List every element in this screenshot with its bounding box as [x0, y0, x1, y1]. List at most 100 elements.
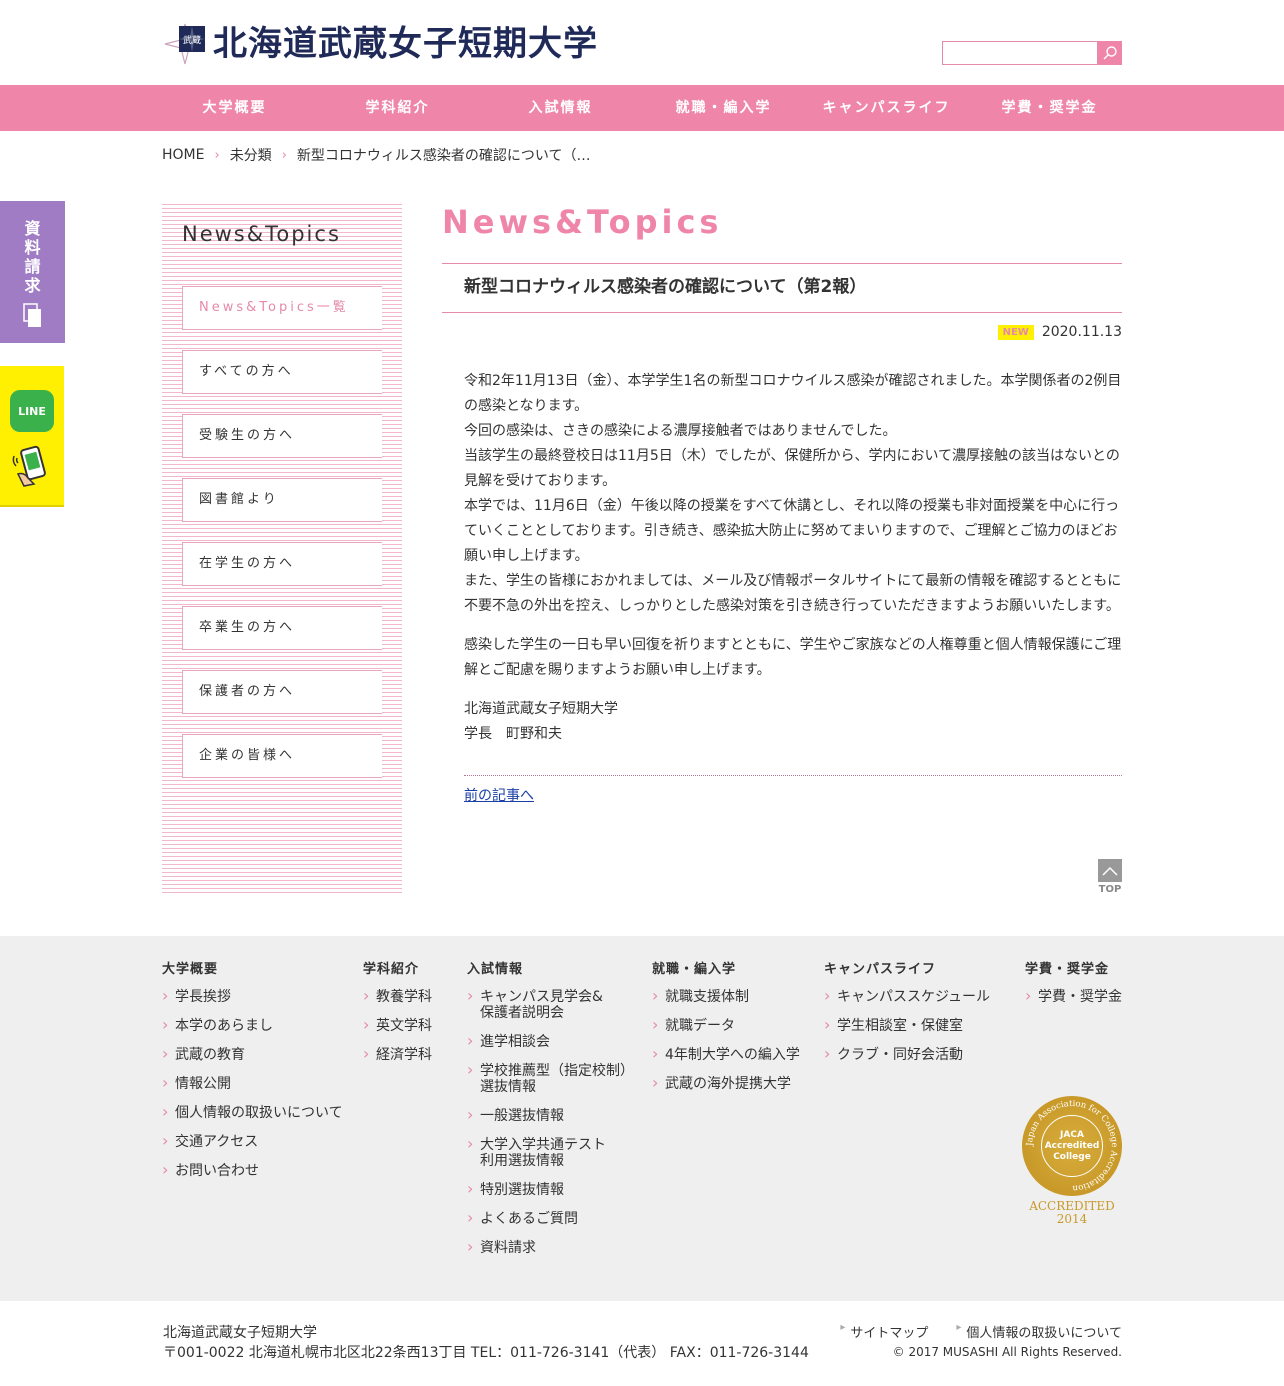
smartphone-hand-icon — [12, 445, 46, 487]
footer-link[interactable]: 4年制大学への編入学 — [652, 1046, 800, 1063]
post-paragraph: 令和2年11月13日（金）、本学学生1名の新型コロナウイルス感染が確認されました… — [464, 369, 1122, 619]
sidebar-item-everyone[interactable]: すべての方へ — [182, 350, 382, 394]
sidebar-item-applicants[interactable]: 受験生の方へ — [182, 414, 382, 458]
global-nav: 大学概要 学科紹介 入試情報 就職・編入学 キャンパスライフ 学費・奨学金 — [0, 85, 1284, 131]
chevron-right-icon: › — [214, 147, 220, 163]
nav-item-campus-life[interactable]: キャンパスライフ — [805, 85, 968, 131]
footer-link[interactable]: 特別選抜情報 — [467, 1181, 634, 1198]
back-to-top-label: TOP — [1098, 884, 1122, 895]
footer-utility-links: サイトマップ 個人情報の取扱いについて — [812, 1322, 1122, 1341]
sidebar-item-graduates[interactable]: 卒業生の方へ — [182, 606, 382, 650]
footer-column-campus-life: キャンパスライフ キャンパススケジュール 学生相談室・保健室 クラブ・同好会活動 — [824, 958, 990, 1076]
signature-name: 学長 町野和夫 — [464, 726, 562, 742]
sidebar-item-companies[interactable]: 企業の皆様へ — [182, 734, 382, 778]
footer-column-title[interactable]: 学科紹介 — [363, 958, 432, 977]
footer-link[interactable]: 進学相談会 — [467, 1033, 634, 1050]
request-label-2: 料 — [24, 238, 41, 257]
page-title: News&Topics — [442, 203, 723, 241]
footer-link[interactable]: 就職支援体制 — [652, 988, 800, 1005]
sidebar-item-library[interactable]: 図書館より — [182, 478, 382, 522]
footer-link[interactable]: よくあるご質問 — [467, 1210, 634, 1227]
svg-text:武蔵: 武蔵 — [183, 34, 201, 46]
footer-sitemap-link[interactable]: サイトマップ — [840, 1322, 928, 1341]
chevron-up-icon — [1098, 859, 1122, 882]
footer-link[interactable]: 経済学科 — [363, 1046, 432, 1063]
request-label-4: 求 — [24, 276, 41, 295]
footer-link[interactable]: 資料請求 — [467, 1239, 634, 1256]
footer-sitemap: 大学概要 学長挨拶 本学のあらまし 武蔵の教育 情報公開 個人情報の取扱いについ… — [0, 936, 1284, 1301]
nav-item-admissions[interactable]: 入試情報 — [479, 85, 642, 131]
search-input[interactable] — [942, 41, 1098, 65]
footer-link[interactable]: 学生相談室・保健室 — [824, 1017, 990, 1034]
footer-link[interactable]: 武蔵の海外提携大学 — [652, 1075, 800, 1092]
breadcrumb: HOME › 未分類 › 新型コロナウィルス感染者の確認について（… — [162, 145, 590, 165]
footer-link[interactable]: 情報公開 — [162, 1075, 343, 1092]
logo-mark-icon: 武蔵 — [163, 22, 207, 66]
footer-link[interactable]: 英文学科 — [363, 1017, 432, 1034]
search-box — [942, 41, 1122, 65]
signature-org: 北海道武蔵女子短期大学 — [464, 701, 618, 717]
sidebar: News&Topics News&Topics一覧 すべての方へ 受験生の方へ … — [162, 204, 402, 895]
breadcrumb-current: 新型コロナウィルス感染者の確認について（… — [296, 148, 591, 164]
footer-link[interactable]: 武蔵の教育 — [162, 1046, 343, 1063]
post-signature: 北海道武蔵女子短期大学 学長 町野和夫 — [464, 697, 1122, 747]
line-button[interactable]: LINE — [0, 366, 64, 507]
nav-item-departments[interactable]: 学科紹介 — [316, 85, 479, 131]
footer-privacy-link[interactable]: 個人情報の取扱いについて — [956, 1322, 1122, 1341]
footer-column-departments: 学科紹介 教養学科 英文学科 経済学科 — [363, 958, 432, 1076]
search-button[interactable] — [1098, 41, 1122, 65]
footer-link[interactable]: 交通アクセス — [162, 1133, 343, 1150]
sidebar-item-guardians[interactable]: 保護者の方へ — [182, 670, 382, 714]
footer-link[interactable]: 個人情報の取扱いについて — [162, 1104, 343, 1121]
footer-link[interactable]: 大学入学共通テスト 利用選抜情報 — [467, 1136, 634, 1169]
footer-link[interactable]: キャンパス見学会& 保護者説明会 — [467, 988, 634, 1021]
back-to-top-button[interactable]: TOP — [1098, 859, 1122, 895]
footer-link[interactable]: 教養学科 — [363, 988, 432, 1005]
main-content: News&Topics 新型コロナウィルス感染者の確認について（第2報） NEW… — [442, 200, 1122, 804]
footer-column-title[interactable]: 就職・編入学 — [652, 958, 800, 977]
post-body: 令和2年11月13日（金）、本学学生1名の新型コロナウイルス感染が確認されました… — [464, 369, 1122, 761]
chevron-right-icon: › — [281, 147, 287, 163]
footer-column-title[interactable]: キャンパスライフ — [824, 958, 990, 977]
breadcrumb-home[interactable]: HOME — [162, 147, 204, 163]
footer-column-about: 大学概要 学長挨拶 本学のあらまし 武蔵の教育 情報公開 個人情報の取扱いについ… — [162, 958, 343, 1192]
jaca-accreditation-badge[interactable]: Japan Association for College Accreditat… — [1018, 1096, 1126, 1226]
footer-column-title[interactable]: 入試情報 — [467, 958, 634, 977]
nav-item-career[interactable]: 就職・編入学 — [642, 85, 805, 131]
nav-item-tuition[interactable]: 学費・奨学金 — [968, 85, 1131, 131]
footer-link[interactable]: 学長挨拶 — [162, 988, 343, 1005]
footer-column-title[interactable]: 学費・奨学金 — [1025, 958, 1122, 977]
previous-post-link[interactable]: 前の記事へ — [464, 785, 534, 805]
footer-link[interactable]: お問い合わせ — [162, 1162, 343, 1179]
site-logo[interactable]: 武蔵 北海道武蔵女子短期大学 — [163, 22, 598, 66]
logo-text: 北海道武蔵女子短期大学 — [213, 24, 598, 64]
request-label-3: 請 — [24, 257, 41, 276]
breadcrumb-category[interactable]: 未分類 — [230, 145, 272, 165]
footer-address: 〒001-0022 北海道札幌市北区北22条西13丁目 TEL：011-726-… — [163, 1345, 809, 1361]
sidebar-item-students[interactable]: 在学生の方へ — [182, 542, 382, 586]
divider — [464, 775, 1122, 776]
post-date: 2020.11.13 — [1041, 324, 1122, 340]
footer-link[interactable]: 就職データ — [652, 1017, 800, 1034]
search-icon — [1103, 46, 1117, 60]
request-materials-button[interactable]: 資 料 請 求 — [0, 201, 65, 343]
sidebar-item-news-list[interactable]: News&Topics一覧 — [182, 286, 382, 330]
post-line: また、学生の皆様におかれましては、メール及び情報ポータルサイトにて最新の情報を確… — [464, 573, 1122, 614]
footer-link[interactable]: 学校推薦型（指定校制） 選抜情報 — [467, 1062, 634, 1095]
footer-link[interactable]: クラブ・同好会活動 — [824, 1046, 990, 1063]
post-line: 当該学生の最終登校日は11月5日（木）でしたが、保健所から、学内において濃厚接触… — [464, 448, 1120, 489]
footer-column-title[interactable]: 大学概要 — [162, 958, 343, 977]
footer-link[interactable]: キャンパススケジュール — [824, 988, 990, 1005]
footer-link[interactable]: 学費・奨学金 — [1025, 988, 1122, 1005]
line-logo-icon: LINE — [10, 390, 54, 432]
post-line: 今回の感染は、さきの感染による濃厚接触者ではありませんでした。 — [464, 423, 897, 439]
documents-icon — [22, 303, 41, 327]
jaca-ring-text: Japan Association for College Accreditat… — [1025, 1099, 1119, 1193]
sidebar-title: News&Topics — [182, 222, 341, 246]
footer-link[interactable]: 一般選抜情報 — [467, 1107, 634, 1124]
footer-link[interactable]: 本学のあらまし — [162, 1017, 343, 1034]
jaca-caption: ACCREDITED 2014 — [1018, 1200, 1126, 1226]
nav-item-about[interactable]: 大学概要 — [153, 85, 316, 131]
jaca-seal: Japan Association for College Accreditat… — [1022, 1096, 1122, 1196]
post-line: 本学では、11月6日（金）午後以降の授業をすべて休講とし、それ以降の授業も非対面… — [464, 498, 1120, 564]
